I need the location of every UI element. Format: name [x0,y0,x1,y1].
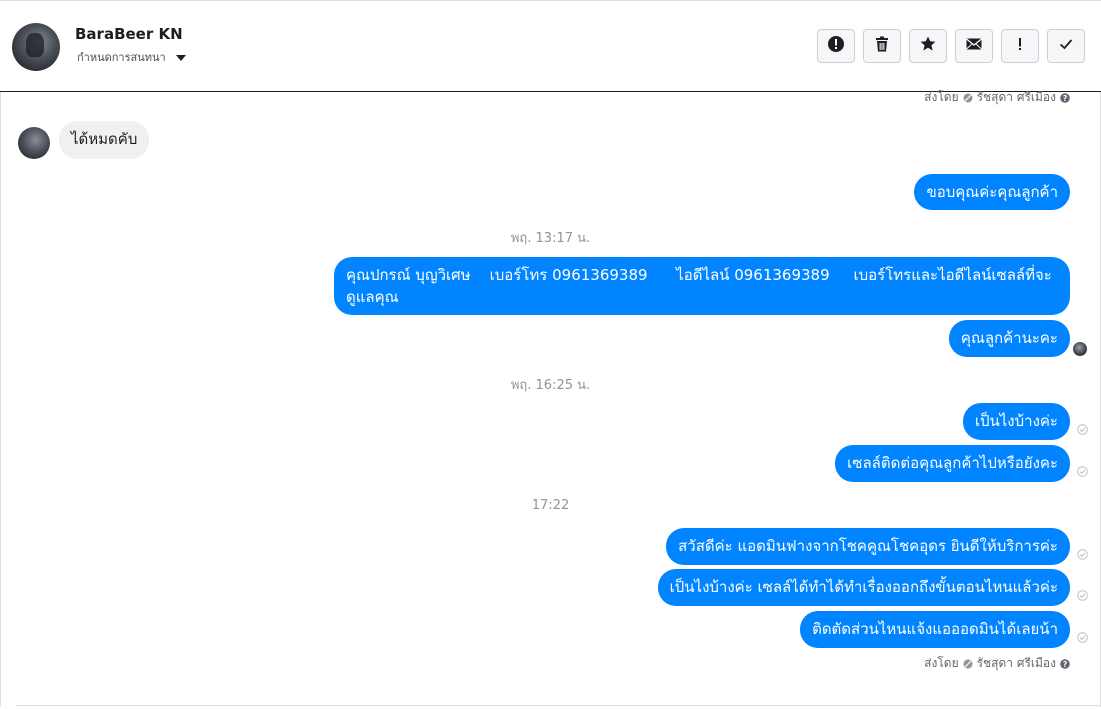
outgoing-message[interactable]: คุณลูกค้านะคะ [948,320,1070,357]
timestamp: พฤ. 16:25 น. [510,378,591,393]
delivered-check-icon [1077,590,1088,601]
seen-avatar-icon [1073,342,1087,356]
contact-avatar[interactable] [12,23,60,71]
sent-by-prefix: ส่งโดย [924,90,959,104]
alert-circle-icon [827,35,845,57]
composer-divider [16,705,1101,706]
timestamp: 17:22 [531,498,570,513]
mark-unread-button[interactable] [955,29,993,63]
mark-done-button[interactable] [1047,29,1085,63]
delivered-check-icon [1077,424,1088,435]
assign-conversation-dropdown[interactable]: กำหนดการสนทนา [77,48,186,66]
outgoing-message[interactable]: ติดตัดส่วนไหนแจ้งแอออดมินได้เลยน้า [800,611,1070,648]
outgoing-message[interactable]: ขอบคุณค่ะคุณลูกค้า [914,174,1070,210]
incoming-message[interactable]: ได้หมดคับ [59,121,150,159]
sent-by-label: ส่งโดย รัชสุดา ศรีเมือง ? [924,654,1070,673]
sent-by-agent[interactable]: รัชสุดา ศรีเมือง [977,654,1056,673]
sent-by-agent[interactable]: รัชสุดา ศรีเมือง [977,88,1056,107]
delivered-check-icon [1077,466,1088,477]
report-spam-button[interactable] [817,29,855,63]
outgoing-message[interactable]: เซลล์ติดต่อคุณลูกค้าไปหรือยังคะ [835,445,1070,482]
message-thread[interactable]: ส่งโดย รัชสุดา ศรีเมือง ? ได้หมดคับ ขอบค… [0,88,1101,707]
caret-down-icon [175,54,186,61]
trash-icon [873,35,891,57]
outgoing-message[interactable]: เป็นไงบ้างค่ะ [962,403,1070,440]
sent-by-label: ส่งโดย รัชสุดา ศรีเมือง ? [924,88,1070,107]
outgoing-message[interactable]: สวัสดีค่ะ แอดมินฟางจากโชคคูณโชคอุดร ยินด… [666,528,1070,565]
sent-by-prefix: ส่งโดย [924,656,959,670]
delivered-check-icon [1077,549,1088,560]
check-icon [1057,35,1075,57]
conversation-header: BaraBeer KN กำหนดการสนทนา [0,0,1101,92]
message-line: ดูแลคุณ [346,288,399,306]
block-icon [963,659,973,669]
timestamp: พฤ. 13:17 น. [510,231,591,246]
outgoing-message-contact[interactable]: คุณปกรณ์ บุญวิเศษ เบอร์โทร 0961369389 ไอ… [334,257,1070,315]
help-icon[interactable]: ? [1060,92,1070,103]
contact-name[interactable]: BaraBeer KN [75,25,183,43]
follow-up-button[interactable] [1001,29,1039,63]
conversation-toolbar [817,29,1085,63]
assign-conversation-label: กำหนดการสนทนา [77,51,166,64]
delivered-check-icon [1077,632,1088,643]
block-icon [963,93,973,103]
outgoing-message[interactable]: เป็นไงบ้างค่ะ เซลล์ได้ทำได้ทำเรื่องออกถึ… [657,569,1070,606]
envelope-icon [965,35,983,57]
delete-button[interactable] [863,29,901,63]
message-line: คุณปกรณ์ บุญวิเศษ เบอร์โทร 0961369389 ไอ… [346,266,1052,284]
svg-text:?: ? [1063,660,1067,669]
star-icon [919,35,937,57]
exclamation-icon [1011,35,1029,57]
help-icon[interactable]: ? [1060,658,1070,669]
svg-text:?: ? [1063,94,1067,103]
star-button[interactable] [909,29,947,63]
contact-avatar-small [18,127,50,159]
